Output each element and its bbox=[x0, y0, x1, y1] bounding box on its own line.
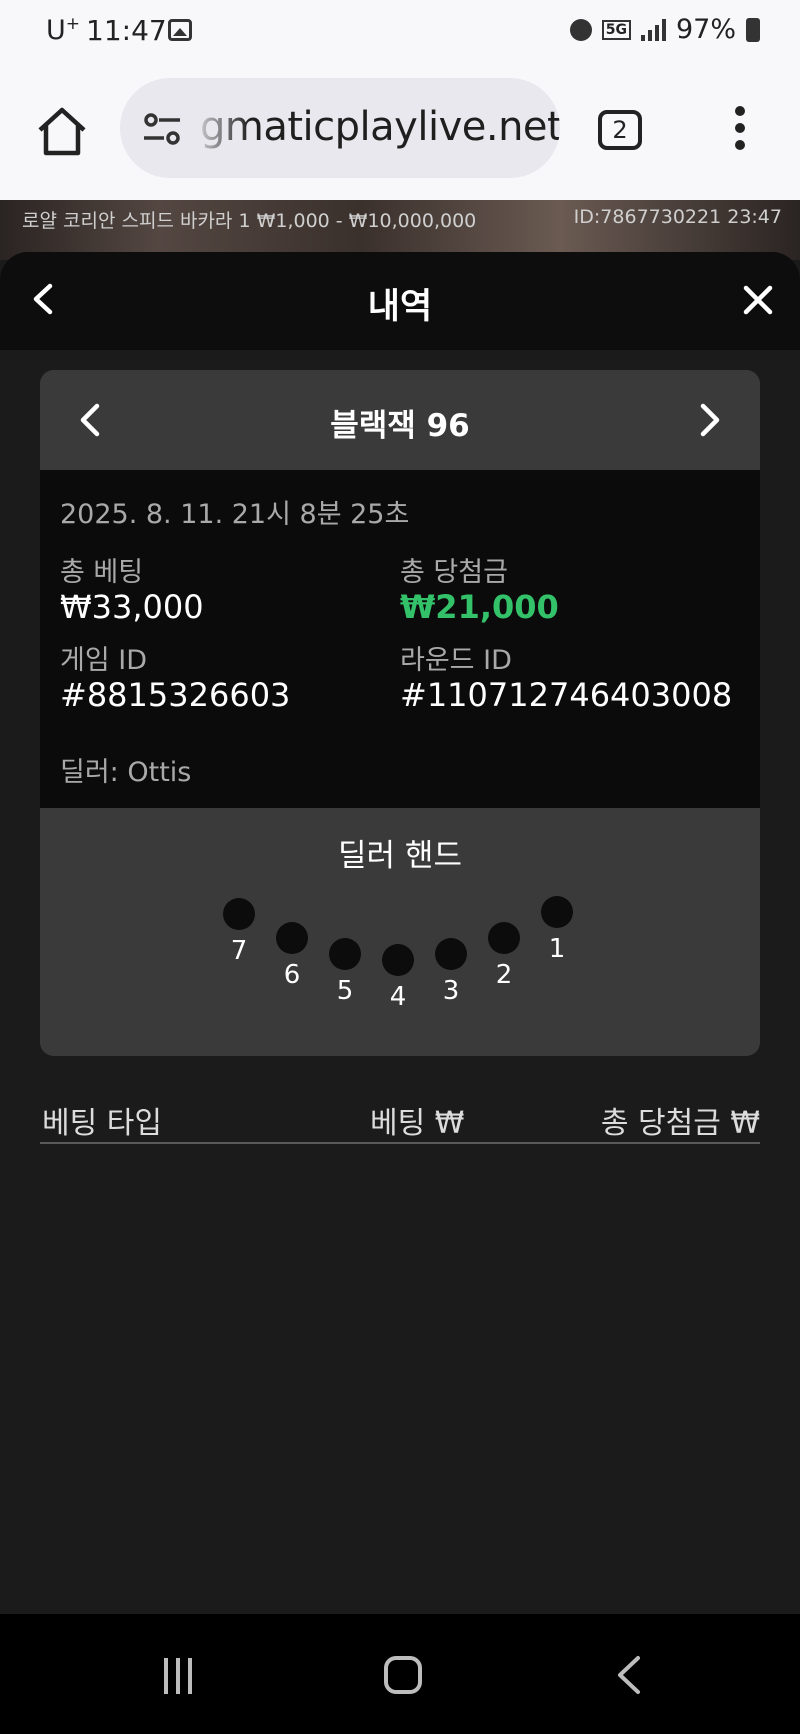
round-id-value: #110712746403008 bbox=[400, 676, 733, 714]
seat-marker: 5 bbox=[315, 938, 375, 1006]
seat-marker: 6 bbox=[262, 922, 322, 990]
close-icon[interactable] bbox=[742, 284, 774, 316]
round-date: 2025. 8. 11. 21시 8분 25초 bbox=[60, 499, 410, 530]
status-icons: 5G 97% bbox=[569, 14, 760, 45]
status-time: 11:47 bbox=[86, 14, 167, 47]
column-bet-type: 베팅 타입 bbox=[42, 1106, 162, 1141]
status-bar: U+ 11:47 5G 97% bbox=[0, 0, 800, 62]
recent-apps-icon[interactable] bbox=[164, 1658, 204, 1694]
seat-dot bbox=[541, 896, 573, 928]
battery-percent: 97% bbox=[675, 14, 736, 45]
bets-table-header: 베팅 타입 베팅 ₩ 총 당첨금 ₩ bbox=[40, 1098, 760, 1144]
stream-table-title: 로얄 코리안 스피드 바카라 1 ₩1,000 - ₩10,000,000 bbox=[22, 210, 477, 232]
seat-dot bbox=[382, 944, 414, 976]
next-round-icon[interactable] bbox=[698, 402, 722, 438]
more-options-icon[interactable] bbox=[728, 106, 752, 156]
game-id-value: #8815326603 bbox=[60, 676, 291, 714]
home-icon[interactable] bbox=[36, 106, 88, 158]
nav-back-icon[interactable] bbox=[614, 1654, 644, 1696]
column-total-win: 총 당첨금 ₩ bbox=[600, 1106, 760, 1141]
browser-toolbar: gmaticplaylive.net 2 bbox=[0, 62, 800, 200]
total-win-value: ₩21,000 bbox=[400, 588, 559, 626]
alarm-icon bbox=[569, 18, 592, 41]
tab-switcher-button[interactable]: 2 bbox=[598, 110, 642, 150]
panel-header: 내역 bbox=[0, 252, 800, 350]
address-bar[interactable]: gmaticplaylive.net bbox=[120, 78, 560, 178]
history-panel: 내역 블랙잭 96 2025. 8. 11. 21시 8분 25초 총 베팅 ₩… bbox=[0, 252, 800, 1614]
nav-home-icon[interactable] bbox=[384, 1656, 422, 1694]
game-round-card: 블랙잭 96 2025. 8. 11. 21시 8분 25초 총 베팅 ₩33,… bbox=[40, 370, 760, 1056]
round-details: 2025. 8. 11. 21시 8분 25초 총 베팅 ₩33,000 총 당… bbox=[40, 470, 760, 808]
seat-dot bbox=[435, 938, 467, 970]
seat-dot bbox=[223, 898, 255, 930]
seat-dot bbox=[329, 938, 361, 970]
round-id-label: 라운드 ID bbox=[400, 645, 512, 676]
panel-title: 내역 bbox=[367, 287, 433, 327]
carrier-label: U+ bbox=[46, 14, 81, 46]
gallery-icon bbox=[168, 19, 192, 41]
system-nav-bar bbox=[0, 1614, 800, 1734]
game-id-label: 게임 ID bbox=[60, 645, 148, 676]
network-type-icon: 5G bbox=[601, 19, 631, 40]
column-bet-amount: 베팅 ₩ bbox=[370, 1106, 465, 1141]
total-bet-label: 총 베팅 bbox=[60, 557, 144, 588]
game-title: 블랙잭 96 bbox=[330, 408, 470, 444]
seat-dot bbox=[276, 922, 308, 954]
signal-icon bbox=[640, 18, 666, 41]
dealer-name: 딜러: Ottis bbox=[60, 757, 192, 788]
round-navigator: 블랙잭 96 bbox=[40, 370, 760, 470]
dealer-hand-title: 딜러 핸드 bbox=[338, 838, 462, 874]
site-settings-icon[interactable] bbox=[142, 112, 182, 146]
seat-marker: 7 bbox=[209, 898, 269, 966]
total-bet-value: ₩33,000 bbox=[60, 588, 204, 626]
stream-session-info: ID:7867730221 23:47 bbox=[573, 206, 782, 228]
seat-dot bbox=[488, 922, 520, 954]
seat-marker: 2 bbox=[474, 922, 534, 990]
dealer-hand-section: 딜러 핸드 7 6 5 4 3 2 1 bbox=[40, 808, 760, 1056]
battery-icon bbox=[746, 17, 760, 42]
seat-marker: 4 bbox=[368, 944, 428, 1012]
game-stream-background: 로얄 코리안 스피드 바카라 1 ₩1,000 - ₩10,000,000 ID… bbox=[0, 200, 800, 260]
seat-marker: 3 bbox=[421, 938, 481, 1006]
seat-marker: 1 bbox=[527, 896, 587, 964]
url-text: gmaticplaylive.net bbox=[200, 104, 560, 150]
total-win-label: 총 당첨금 bbox=[400, 557, 508, 588]
